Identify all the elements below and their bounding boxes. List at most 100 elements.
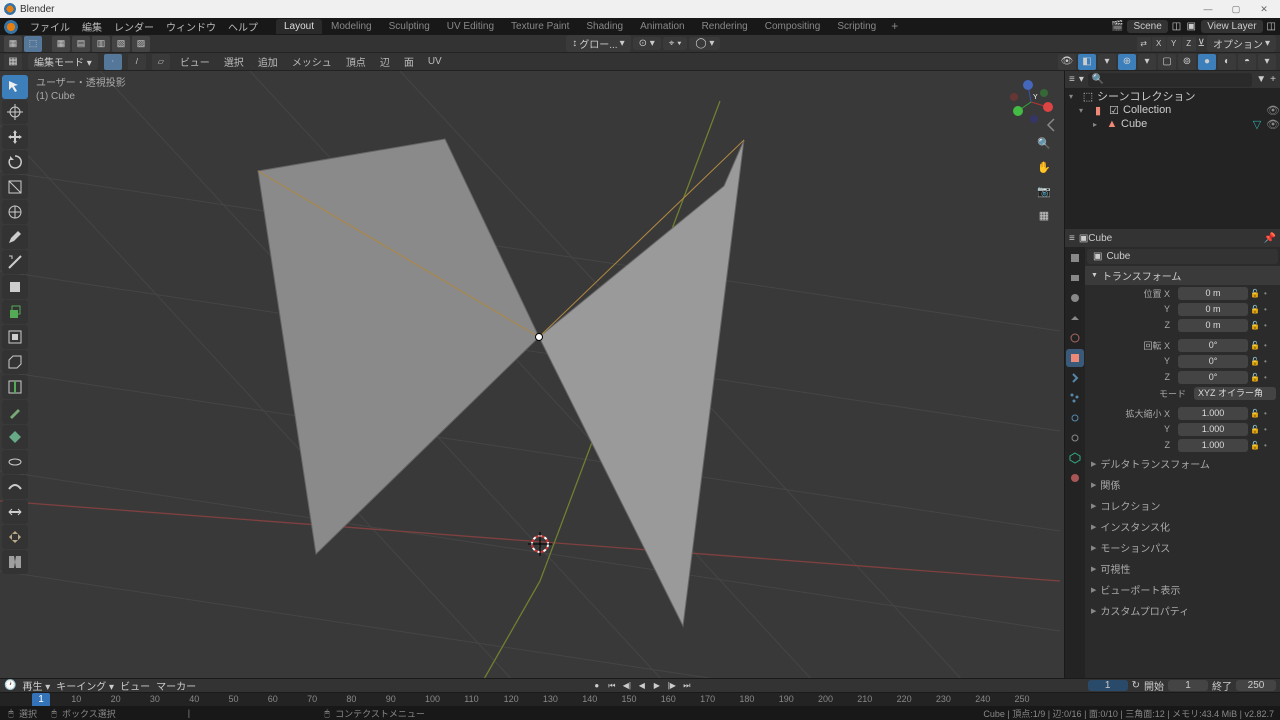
menu-select[interactable]: 選択 (220, 54, 248, 69)
shading-rendered[interactable]: ◓ (1238, 54, 1256, 70)
outliner-search[interactable]: 🔍 (1088, 73, 1252, 87)
play-reverse-button[interactable]: ◀ (635, 680, 649, 692)
lock-icon[interactable]: 🔓 (1250, 305, 1262, 314)
close-button[interactable]: ✕ (1252, 2, 1276, 16)
section-delta[interactable]: ▶デルタトランスフォーム (1085, 453, 1280, 474)
viewport-3d[interactable]: ユーザー・透視投影 (1) Cube (0, 71, 1064, 678)
nav-camera-icon[interactable]: 📷 (1034, 181, 1054, 201)
tab-modeling[interactable]: Modeling (323, 19, 380, 34)
tool-measure[interactable] (2, 250, 28, 274)
section-viewport[interactable]: ▶ビューポート表示 (1085, 579, 1280, 600)
viewport-canvas[interactable] (0, 71, 1064, 678)
jump-start-button[interactable]: ⏮ (605, 680, 619, 692)
props-pin-icon[interactable]: 📌 (1264, 233, 1276, 244)
prop-tab-modifier[interactable] (1066, 369, 1084, 387)
section-relations[interactable]: ▶関係 (1085, 474, 1280, 495)
vertex-select-button[interactable]: ⋅ (104, 54, 122, 70)
tool-shrink[interactable] (2, 525, 28, 549)
tool-smooth[interactable] (2, 475, 28, 499)
outliner-filter-icon[interactable]: ▼ (1256, 74, 1266, 85)
menu-file[interactable]: ファイル (24, 18, 76, 35)
snap-dropdown[interactable]: ⌖ ▾ (663, 37, 688, 50)
orientation-dropdown[interactable]: ↕ グロー... ▾ (566, 35, 630, 52)
rot-x-input[interactable]: 0° (1178, 339, 1248, 352)
tool-cursor-button[interactable]: ⬚ (24, 36, 42, 52)
tool-loopcut[interactable] (2, 375, 28, 399)
mirror-icon[interactable]: ⇄ (1137, 37, 1151, 51)
automerge-button[interactable]: ⊻ (1198, 38, 1205, 49)
tab-texturepaint[interactable]: Texture Paint (503, 19, 577, 34)
section-custom[interactable]: ▶カスタムプロパティ (1085, 600, 1280, 621)
prop-tab-render[interactable] (1066, 249, 1084, 267)
tool-opt-3[interactable]: ▥ (92, 36, 110, 52)
rot-y-input[interactable]: 0° (1178, 355, 1248, 368)
mode-selector[interactable]: 編集モード ▾ (28, 53, 98, 70)
menu-vertex[interactable]: 頂点 (342, 54, 370, 69)
minimize-button[interactable]: — (1196, 2, 1220, 16)
viewlayer-selector[interactable]: View Layer (1201, 20, 1262, 33)
rewind-icon[interactable]: ↻ (1132, 680, 1140, 691)
tool-bevel[interactable] (2, 350, 28, 374)
tool-scale[interactable] (2, 175, 28, 199)
tool-select-box[interactable] (2, 75, 28, 99)
tool-rotate[interactable] (2, 150, 28, 174)
loc-z-input[interactable]: 0 m (1178, 319, 1248, 332)
tool-extrude[interactable] (2, 300, 28, 324)
prop-tab-physics[interactable] (1066, 409, 1084, 427)
tool-annotate[interactable] (2, 225, 28, 249)
jump-end-button[interactable]: ⏭ (680, 680, 694, 692)
tab-animation[interactable]: Animation (632, 19, 692, 34)
menu-face[interactable]: 面 (400, 54, 418, 69)
tool-add-cube[interactable] (2, 275, 28, 299)
timeline-keying[interactable]: キーイング ▾ (56, 678, 114, 693)
tool-rip[interactable] (2, 550, 28, 574)
proportional-dropdown[interactable]: ◯ ▾ (689, 37, 720, 50)
edge-select-button[interactable]: / (128, 54, 146, 70)
mirror-z-button[interactable]: Z (1182, 37, 1196, 51)
shading-wire[interactable]: ⊚ (1178, 54, 1196, 70)
tab-rendering[interactable]: Rendering (694, 19, 756, 34)
tool-opt-2[interactable]: ▤ (72, 36, 90, 52)
tool-spin[interactable] (2, 450, 28, 474)
face-select-button[interactable]: ▱ (152, 54, 170, 70)
scale-z-input[interactable]: 1.000 (1178, 439, 1248, 452)
lock-icon[interactable]: 🔓 (1250, 357, 1262, 366)
lock-icon[interactable]: 🔓 (1250, 409, 1262, 418)
tool-move[interactable] (2, 125, 28, 149)
menu-window[interactable]: ウィンドウ (160, 18, 222, 35)
start-frame-input[interactable]: 1 (1168, 680, 1208, 691)
tool-knife[interactable] (2, 400, 28, 424)
mirror-x-button[interactable]: X (1152, 37, 1166, 51)
prop-tab-scene[interactable] (1066, 309, 1084, 327)
prop-tab-material[interactable] (1066, 469, 1084, 487)
outliner-display-icon[interactable]: ▾ (1079, 74, 1084, 85)
section-collection[interactable]: ▶コレクション (1085, 495, 1280, 516)
prop-tab-object[interactable] (1066, 349, 1084, 367)
properties-content[interactable]: ▣Cube ▼トランスフォーム 位置 X0 m🔓• Y0 m🔓• Z0 m🔓• … (1085, 247, 1280, 678)
tool-cursor[interactable] (2, 100, 28, 124)
gizmo-dropdown[interactable]: ▾ (1098, 54, 1116, 70)
timeline-ruler[interactable]: 1 10203040506070809010011012013014015016… (0, 692, 1280, 706)
tab-add[interactable]: + (885, 19, 904, 34)
outliner-tree[interactable]: ▾⬚シーンコレクション ▾▮☑Collection👁 ▸▲Cube▽👁 (1065, 89, 1280, 229)
tab-scripting[interactable]: Scripting (829, 19, 884, 34)
maximize-button[interactable]: ▢ (1224, 2, 1248, 16)
overlay-toggle[interactable]: ⊕ (1118, 54, 1136, 70)
editor-type-icon[interactable]: ▦ (4, 54, 22, 70)
menu-help[interactable]: ヘルプ (222, 18, 264, 35)
next-keyframe-button[interactable]: |▶ (665, 680, 679, 692)
tool-transform[interactable] (2, 200, 28, 224)
lock-icon[interactable]: 🔓 (1250, 373, 1262, 382)
outliner-type-icon[interactable]: ≡ (1069, 74, 1075, 85)
pivot-dropdown[interactable]: ⊙ ▾ (633, 37, 661, 50)
menu-render[interactable]: レンダー (108, 18, 160, 35)
prev-keyframe-button[interactable]: ◀| (620, 680, 634, 692)
current-frame-input[interactable]: 1 (1088, 680, 1128, 691)
menu-edge[interactable]: 辺 (376, 54, 394, 69)
section-visibility[interactable]: ▶可視性 (1085, 558, 1280, 579)
scale-x-input[interactable]: 1.000 (1178, 407, 1248, 420)
shading-material[interactable]: ◐ (1218, 54, 1236, 70)
rotation-mode-dropdown[interactable]: XYZ オイラー角 (1194, 387, 1276, 400)
tab-shading[interactable]: Shading (578, 19, 631, 34)
loc-y-input[interactable]: 0 m (1178, 303, 1248, 316)
